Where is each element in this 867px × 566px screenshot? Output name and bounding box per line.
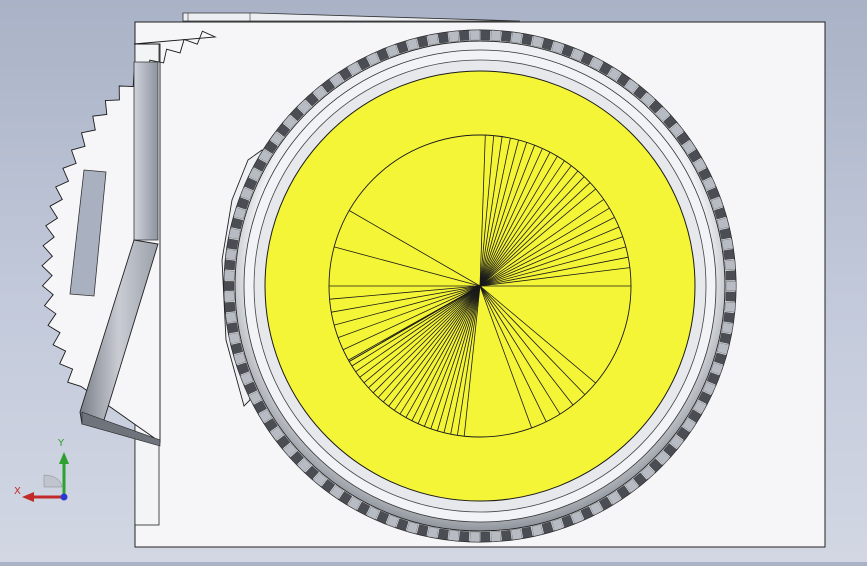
- ring-tooth: [723, 312, 735, 324]
- ring-tooth: [511, 31, 523, 44]
- z-axis-disc: [43, 474, 63, 488]
- ring-tooth: [448, 30, 460, 43]
- ring-tooth: [226, 238, 239, 250]
- ring-tooth: [500, 30, 512, 43]
- model-view[interactable]: [0, 0, 867, 562]
- ring-tooth: [228, 227, 241, 240]
- z-axis-point: [60, 493, 68, 501]
- ring-tooth: [725, 270, 737, 281]
- ring-tooth: [725, 281, 737, 291]
- ring-tooth: [721, 238, 734, 250]
- ring-tooth: [480, 29, 491, 41]
- ring-tooth: [458, 531, 470, 542]
- coordinate-triad: Y X: [14, 438, 74, 506]
- ring-tooth: [224, 301, 236, 313]
- ring-tooth: [719, 332, 732, 345]
- ring-tooth: [228, 332, 241, 345]
- ring-tooth: [723, 248, 735, 260]
- ring-tooth: [724, 259, 736, 271]
- x-axis-label: X: [14, 486, 21, 497]
- ring-tooth: [490, 531, 502, 542]
- ring-tooth: [511, 528, 523, 541]
- ring-tooth: [725, 291, 737, 302]
- ring-tooth: [223, 281, 235, 291]
- ring-tooth: [427, 33, 439, 46]
- ring-tooth: [724, 301, 736, 313]
- ring-tooth: [521, 526, 533, 539]
- top-lip-edge[interactable]: [182, 12, 521, 22]
- ring-tooth: [469, 531, 480, 543]
- y-axis-arrow: [59, 452, 69, 464]
- ring-tooth: [223, 291, 235, 302]
- ring-tooth: [226, 322, 239, 334]
- ring-tooth: [448, 529, 460, 542]
- ring-tooth: [721, 322, 734, 334]
- ring-tooth: [521, 33, 533, 46]
- ring-tooth: [458, 30, 470, 41]
- ring-tooth: [437, 31, 449, 44]
- y-axis-label: Y: [58, 438, 65, 449]
- ring-tooth: [427, 526, 439, 539]
- ring-tooth: [437, 528, 449, 541]
- sector-rib[interactable]: [133, 61, 159, 241]
- cad-graphics-viewport[interactable]: Y X: [0, 0, 867, 562]
- x-axis-arrow: [22, 492, 34, 502]
- ring-tooth: [480, 531, 491, 543]
- ring-tooth: [719, 227, 732, 240]
- ring-tooth: [225, 312, 237, 324]
- ring-tooth: [469, 29, 480, 41]
- ring-tooth: [223, 270, 235, 281]
- ring-tooth: [224, 259, 236, 271]
- ring-tooth: [500, 529, 512, 542]
- ring-tooth: [225, 248, 237, 260]
- ring-tooth: [490, 30, 502, 41]
